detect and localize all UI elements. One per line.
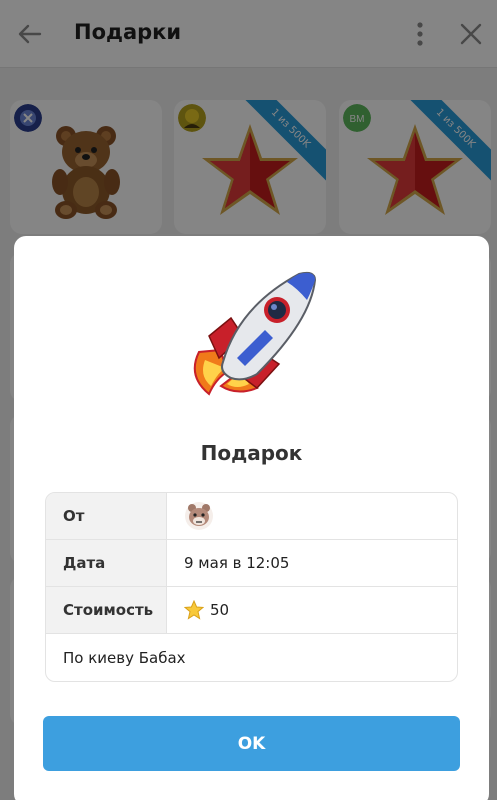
row-label: От [46, 493, 167, 539]
info-row-price: Стоимость 50 [46, 587, 457, 634]
gift-message: По киеву Бабах [63, 648, 186, 667]
star-icon [184, 600, 204, 620]
gift-dialog: Подарок От Дата 9 мая в 12:05 Стоимость [14, 236, 489, 800]
price-value: 50 [210, 601, 230, 619]
info-row-date: Дата 9 мая в 12:05 [46, 540, 457, 587]
info-row-from: От [46, 493, 457, 540]
row-value: 50 [167, 587, 457, 633]
row-label: Дата [46, 540, 167, 586]
dialog-title: Подарок [200, 441, 303, 465]
gift-info-table: От Дата 9 мая в 12:05 Стоимость 50 По ки… [45, 492, 458, 682]
rocket-icon [193, 271, 317, 396]
row-value [167, 493, 457, 539]
row-value: 9 мая в 12:05 [184, 554, 290, 572]
user-avatar-icon[interactable] [184, 501, 214, 531]
ok-button[interactable]: OK [43, 716, 460, 771]
row-label: Стоимость [46, 587, 167, 633]
info-row-message: По киеву Бабах [46, 634, 457, 681]
